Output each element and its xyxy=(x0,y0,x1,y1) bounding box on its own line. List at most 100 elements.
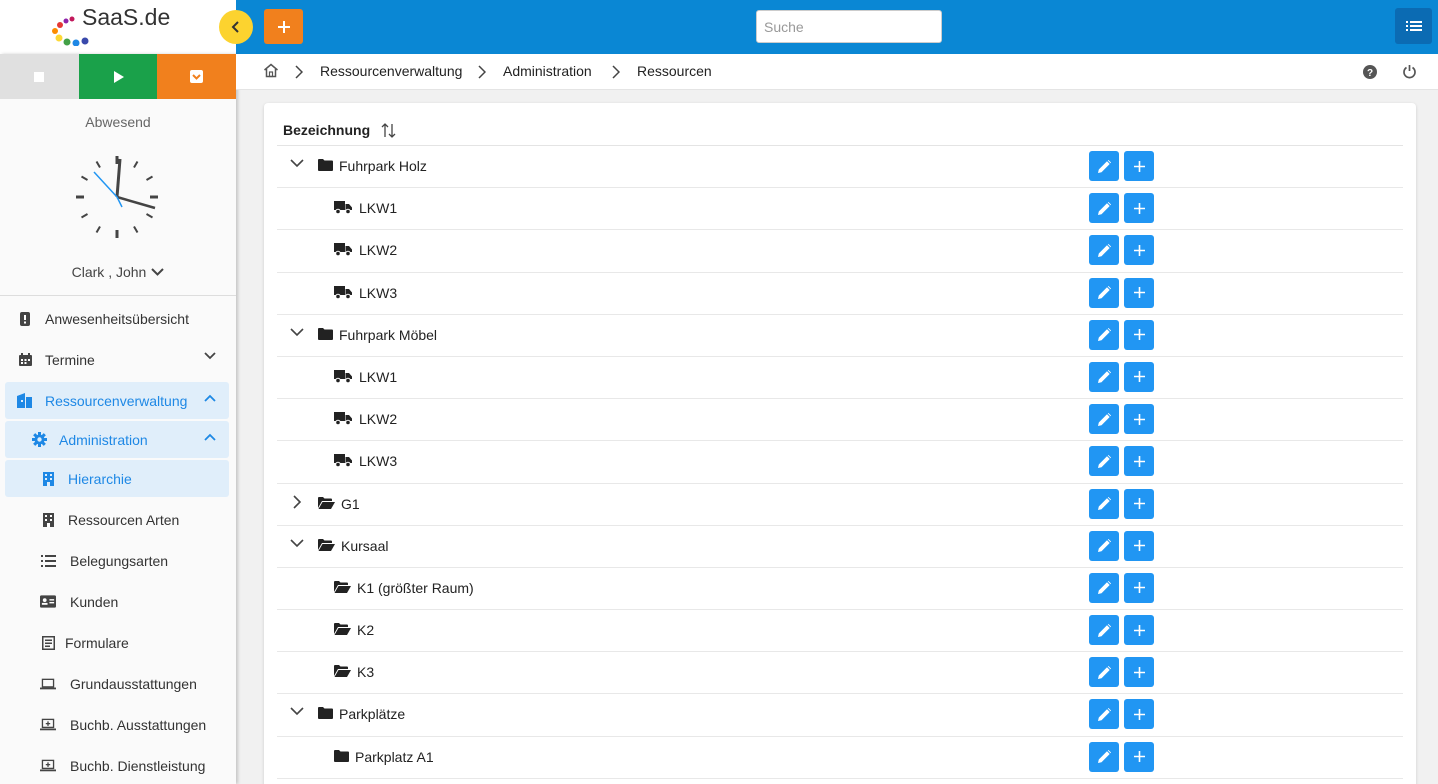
sidebar-item-kunden[interactable]: Kunden xyxy=(0,581,236,622)
edit-button[interactable] xyxy=(1089,193,1119,224)
sidebar-item-label: Termine xyxy=(45,351,95,368)
tree-row[interactable]: LKW2 xyxy=(277,399,1403,442)
tree-row-label: LKW1 xyxy=(359,368,398,385)
sort-icon[interactable] xyxy=(381,122,396,138)
sidebar-item-buchb-ausstattungen[interactable]: Buchb. Ausstattungen xyxy=(0,704,236,745)
edit-button[interactable] xyxy=(1089,530,1119,561)
add-child-button[interactable] xyxy=(1124,572,1154,603)
add-child-button[interactable] xyxy=(1124,319,1154,350)
pencil-icon xyxy=(1097,201,1111,215)
pencil-icon xyxy=(1097,243,1111,257)
breadcrumb-item-ressourcenverwaltung[interactable]: Ressourcenverwaltung xyxy=(320,63,462,79)
folder-open-icon xyxy=(334,623,351,636)
edit-button[interactable] xyxy=(1089,277,1119,308)
add-child-button[interactable] xyxy=(1124,657,1154,688)
menu-button[interactable] xyxy=(1395,8,1432,44)
tree-row-label: K3 xyxy=(357,664,375,681)
column-header-bezeichnung[interactable]: Bezeichnung xyxy=(283,122,396,138)
sidebar-item-label: Grundausstattungen xyxy=(70,675,197,692)
tree-row[interactable]: LKW1 xyxy=(277,188,1403,231)
chevron-down-icon[interactable] xyxy=(290,328,304,337)
chevron-down-icon[interactable] xyxy=(290,707,304,716)
tree-row-label: LKW3 xyxy=(359,453,398,470)
chevron-down-icon[interactable] xyxy=(290,159,304,168)
time-stamp-controls xyxy=(0,54,236,99)
edit-button[interactable] xyxy=(1089,488,1119,519)
edit-button[interactable] xyxy=(1089,572,1119,603)
edit-button[interactable] xyxy=(1089,615,1119,646)
tree-row[interactable]: Kursaal xyxy=(277,526,1403,568)
edit-button[interactable] xyxy=(1089,404,1119,435)
play-button[interactable] xyxy=(78,54,158,99)
sidebar-item-grundausstattungen[interactable]: Grundausstattungen xyxy=(0,663,236,704)
break-button[interactable] xyxy=(157,54,236,99)
pencil-icon xyxy=(1097,412,1111,426)
tree-row[interactable]: K1 (größter Raum) xyxy=(277,568,1403,611)
home-icon[interactable] xyxy=(263,63,279,78)
edit-button[interactable] xyxy=(1089,235,1119,266)
user-menu[interactable]: Clark , John xyxy=(0,264,236,280)
sidebar-item-ressourcen-arten[interactable]: Ressourcen Arten xyxy=(0,499,236,540)
folder-icon xyxy=(318,159,333,171)
stop-button[interactable] xyxy=(0,54,79,99)
breadcrumb-item-administration[interactable]: Administration xyxy=(503,63,592,79)
edit-button[interactable] xyxy=(1089,446,1119,477)
power-icon[interactable] xyxy=(1402,64,1417,79)
search-input[interactable] xyxy=(756,10,942,43)
add-child-button[interactable] xyxy=(1124,361,1154,392)
add-child-button[interactable] xyxy=(1124,446,1154,477)
edit-button[interactable] xyxy=(1089,741,1119,772)
add-button[interactable] xyxy=(264,9,303,44)
resource-tree: Fuhrpark Holz LKW1 LKW2 LKW3 Fuhrpark Mö… xyxy=(277,145,1403,779)
add-child-button[interactable] xyxy=(1124,151,1154,181)
add-child-button[interactable] xyxy=(1124,530,1154,561)
edit-button[interactable] xyxy=(1089,319,1119,350)
tree-row[interactable]: K2 xyxy=(277,610,1403,653)
sidebar-item-hierarchie[interactable]: Hierarchie xyxy=(5,460,229,497)
add-child-button[interactable] xyxy=(1124,193,1154,224)
building-icon xyxy=(40,471,56,487)
tree-row[interactable]: G1 xyxy=(277,484,1403,526)
edit-button[interactable] xyxy=(1089,151,1119,181)
edit-button[interactable] xyxy=(1089,699,1119,730)
tree-row[interactable]: LKW3 xyxy=(277,441,1403,484)
add-child-button[interactable] xyxy=(1124,277,1154,308)
edit-button[interactable] xyxy=(1089,657,1119,688)
tree-row[interactable]: Parkplätze xyxy=(277,694,1403,737)
pencil-icon xyxy=(1097,539,1111,553)
tree-row[interactable]: LKW1 xyxy=(277,357,1403,400)
add-child-button[interactable] xyxy=(1124,404,1154,435)
folder-open-icon xyxy=(334,665,351,678)
chevron-right-icon[interactable] xyxy=(293,494,302,509)
sidebar-item-belegungsarten[interactable]: Belegungsarten xyxy=(0,540,236,581)
sidebar-item-buchb-dienstleistung[interactable]: Buchb. Dienstleistung xyxy=(0,745,236,784)
sidebar-item-formulare[interactable]: Formulare xyxy=(0,622,236,663)
add-child-button[interactable] xyxy=(1124,488,1154,519)
sidebar-item-label: Anwesenheitsübersicht xyxy=(45,310,189,327)
sidebar-collapse-button[interactable] xyxy=(219,10,253,44)
sidebar-item-anwesenheitsuebersicht[interactable]: Anwesenheitsübersicht xyxy=(0,298,236,339)
edit-button[interactable] xyxy=(1089,361,1119,392)
sidebar-item-ressourcenverwaltung[interactable]: Ressourcenverwaltung xyxy=(5,382,229,419)
logo-area: SaaS.de xyxy=(0,0,236,54)
chevron-down-icon[interactable] xyxy=(290,539,304,548)
sidebar-item-administration[interactable]: Administration xyxy=(5,421,229,458)
add-child-button[interactable] xyxy=(1124,699,1154,730)
tree-row[interactable]: LKW3 xyxy=(277,273,1403,315)
pencil-icon xyxy=(1097,581,1111,595)
sidebar-item-termine[interactable]: Termine xyxy=(0,339,236,380)
tree-row[interactable]: Fuhrpark Möbel xyxy=(277,315,1403,357)
add-child-button[interactable] xyxy=(1124,235,1154,266)
tree-row[interactable]: LKW2 xyxy=(277,230,1403,273)
add-child-button[interactable] xyxy=(1124,615,1154,646)
add-child-button[interactable] xyxy=(1124,741,1154,772)
help-icon[interactable]: ? xyxy=(1363,65,1377,79)
tree-row[interactable]: Parkplatz A1 xyxy=(277,737,1403,779)
tree-row[interactable]: K3 xyxy=(277,652,1403,695)
tree-row[interactable]: Fuhrpark Holz xyxy=(277,146,1403,189)
tree-row-label: Kursaal xyxy=(341,537,389,554)
plus-icon xyxy=(1133,160,1145,172)
pencil-icon xyxy=(1097,328,1111,342)
tree-row-label: K2 xyxy=(357,622,375,639)
tree-row-label: Parkplatz A1 xyxy=(355,748,434,765)
